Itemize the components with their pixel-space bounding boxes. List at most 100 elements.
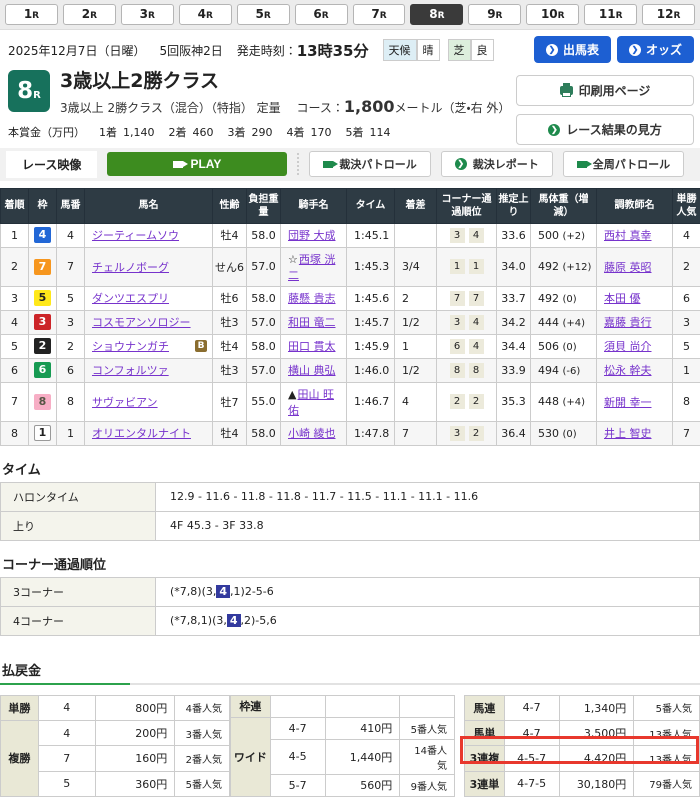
payout-combination: 4-7-5 [504, 771, 559, 796]
race-tab-12r[interactable]: 12R [642, 4, 695, 25]
frame-number: 6 [34, 362, 51, 378]
body-weight: 530 (0) [531, 421, 597, 445]
result-row: 666コンフォルツァ牡357.0横山 典弘1:46.01/28833.9494 … [1, 358, 700, 382]
col-popularity: 単勝人気 [673, 188, 700, 223]
payout-col3: 馬連4-71,340円5番人気馬単4-73,500円13番人気3連複4-5-74… [464, 695, 700, 797]
race-tab-4r[interactable]: 4R [179, 4, 232, 25]
payout-amount [325, 695, 400, 717]
bet-type-label: ワイド [231, 717, 271, 796]
jockey-name-link[interactable]: 藤懸 貴志 [288, 292, 336, 305]
results-table: 着順 枠 馬番 馬名 性齢 負担重量 騎手名 タイム 着差 コーナー通過順位 推… [0, 188, 700, 446]
odds-button[interactable]: ❯ オッズ [617, 36, 694, 63]
body-weight-diff: (0) [563, 294, 577, 305]
corner4-label: 4コーナー [1, 606, 156, 635]
bet-type-label: 単勝 [1, 695, 39, 720]
horse-name-link[interactable]: ジーティームソウ [92, 229, 179, 242]
sex-age: せん6 [213, 247, 247, 286]
win-popularity: 6 [673, 286, 700, 310]
payout-popularity: 13番人気 [634, 746, 700, 771]
frame-cell: 7 [29, 247, 57, 286]
body-weight-diff: (+12) [563, 262, 592, 273]
horse-name-link[interactable]: ショウナンガチ [92, 340, 169, 353]
frame-number: 7 [34, 259, 51, 275]
payout-popularity: 79番人気 [634, 771, 700, 796]
race-tab-10r[interactable]: 10R [526, 4, 579, 25]
race-tab-9r[interactable]: 9R [468, 4, 521, 25]
corner-position: 3 [450, 228, 465, 243]
bet-type-label: 3連複 [465, 746, 505, 771]
print-page-button[interactable]: 印刷用ページ [516, 75, 694, 106]
sex-age: 牡7 [213, 382, 247, 421]
win-popularity: 4 [673, 223, 700, 247]
payout-row: 単勝4800円4番人気 [1, 695, 230, 720]
corner-positions: 22 [437, 382, 497, 421]
arrow-circle-icon: ❯ [546, 44, 558, 56]
trainer-name-link[interactable]: 本田 優 [604, 292, 641, 305]
trainer-name-link[interactable]: 嘉藤 貴行 [604, 316, 652, 329]
trainer-name-link[interactable]: 井上 智史 [604, 427, 652, 440]
trainer-name-link[interactable]: 新開 幸一 [604, 396, 652, 409]
payout-amount: 1,340円 [559, 695, 634, 720]
payout-combination: 4-5 [270, 739, 325, 774]
race-tab-5r[interactable]: 5R [237, 4, 290, 25]
horse-name-link[interactable]: コンフォルツァ [92, 364, 169, 377]
jockey-cell: 藤懸 貴志 [281, 286, 347, 310]
zenshu-patrol-button[interactable]: 全周パトロール [563, 151, 684, 177]
payout-amount: 1,440円 [325, 739, 400, 774]
race-tab-1r[interactable]: 1R [5, 4, 58, 25]
trainer-name-link[interactable]: 松永 幹夫 [604, 364, 652, 377]
race-tab-7r[interactable]: 7R [353, 4, 406, 25]
how-to-read-button[interactable]: ❯ レース結果の見方 [516, 114, 694, 145]
furlong-time-value: 12.9 - 11.6 - 11.8 - 11.8 - 11.7 - 11.5 … [156, 482, 700, 511]
payout-col2: 枠連ワイド4-7410円5番人気4-51,440円14番人気5-7560円9番人… [230, 695, 455, 797]
horse-number: 5 [57, 286, 85, 310]
horse-name-link[interactable]: チェルノボーグ [92, 261, 169, 274]
jockey-name-link[interactable]: 横山 典弘 [288, 364, 336, 377]
race-tab-2r[interactable]: 2R [63, 4, 116, 25]
body-weight: 492 (+12) [531, 247, 597, 286]
jockey-name-link[interactable]: 和田 竜二 [288, 316, 336, 329]
win-popularity: 1 [673, 358, 700, 382]
corner-position: 7 [469, 291, 484, 306]
furlong-time-label: ハロンタイム [1, 482, 156, 511]
jockey-name-link[interactable]: 小崎 綾也 [288, 427, 336, 440]
finish-position: 3 [1, 286, 29, 310]
print-page-label: 印刷用ページ [579, 82, 651, 99]
race-tab-11r[interactable]: 11R [584, 4, 637, 25]
payout-popularity: 4番人気 [175, 695, 230, 720]
trainer-name-link[interactable]: 須貝 尚介 [604, 340, 652, 353]
jockey-name-link[interactable]: 田口 貫太 [288, 340, 336, 353]
col-corner: コーナー通過順位 [437, 188, 497, 223]
trainer-name-link[interactable]: 西村 真幸 [604, 229, 652, 242]
horse-name-link[interactable]: ダンツエスプリ [92, 292, 169, 305]
trainer-cell: 松永 幹夫 [597, 358, 673, 382]
trainer-cell: 嘉藤 貴行 [597, 310, 673, 334]
start-time-label: 発走時刻： [237, 42, 297, 59]
saiketsu-patrol-button[interactable]: 裁決パトロール [309, 151, 430, 177]
race-tab-8r[interactable]: 8R [410, 4, 463, 25]
jockey-name-link[interactable]: 団野 大成 [288, 229, 336, 242]
race-tab-6r[interactable]: 6R [295, 4, 348, 25]
play-button[interactable]: PLAY [107, 152, 287, 176]
carried-weight: 57.0 [247, 358, 281, 382]
race-tab-3r[interactable]: 3R [121, 4, 174, 25]
body-weight-diff: (+4) [563, 397, 586, 408]
carried-weight: 57.0 [247, 310, 281, 334]
last-3f: 34.0 [497, 247, 531, 286]
corner-positions: 11 [437, 247, 497, 286]
results-body: 144ジーティームソウ牡458.0団野 大成1:45.13433.6500 (+… [1, 223, 700, 445]
col-finish: 着順 [1, 188, 29, 223]
zenshu-patrol-label: 全周パトロール [593, 156, 670, 172]
col-time: タイム [347, 188, 395, 223]
frame-cell: 2 [29, 334, 57, 358]
frame-number: 8 [34, 394, 51, 410]
horse-name-link[interactable]: コスモアンソロジー [92, 316, 191, 329]
saiketsu-report-button[interactable]: ❯ 裁決レポート [441, 151, 553, 177]
horse-name-cell: チェルノボーグ [85, 247, 213, 286]
horse-name-link[interactable]: オリエンタルナイト [92, 427, 191, 440]
trainer-name-link[interactable]: 藤原 英昭 [604, 261, 652, 274]
shutsubahyo-button[interactable]: ❯ 出馬表 [534, 36, 611, 63]
prize-place: 1着 [99, 126, 117, 139]
result-row: 788サヴァビアン牡755.0▲田山 旺佑1:46.742235.3448 (+… [1, 382, 700, 421]
horse-name-link[interactable]: サヴァビアン [92, 396, 158, 409]
